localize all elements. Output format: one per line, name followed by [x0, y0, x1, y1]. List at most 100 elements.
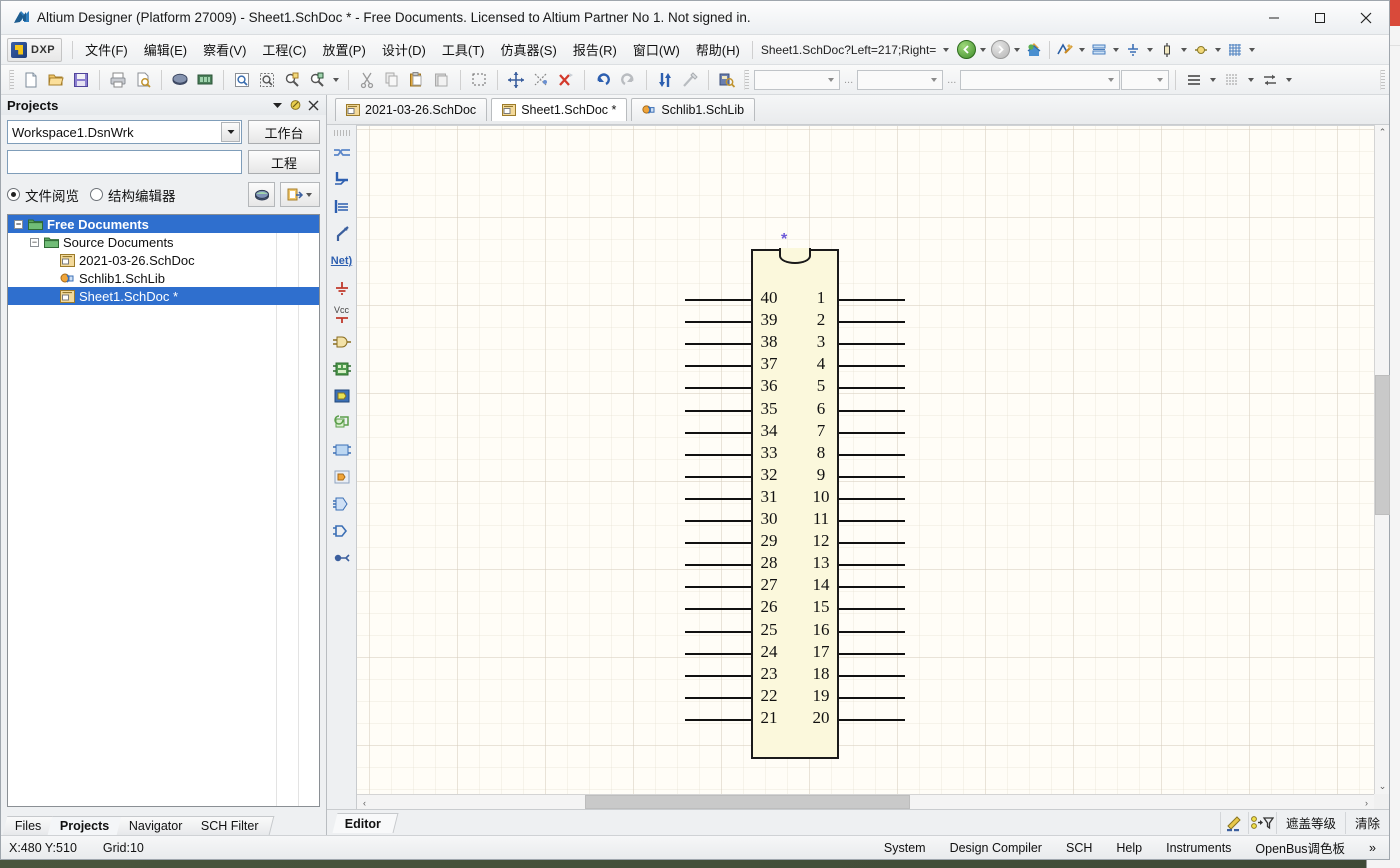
bus-icon[interactable] [1089, 40, 1109, 60]
menu-item-edit[interactable]: 编辑(E) [136, 36, 195, 63]
grid-options-icon[interactable] [1220, 68, 1244, 92]
toolbar-grip[interactable] [1380, 69, 1385, 90]
dip-40-ic[interactable]: 40 1 39 2 38 3 37 4 36 5 35 6 34 7 33 8 32 9 31 10 30 11 29 12 2… [685, 241, 907, 794]
tab-navigator[interactable]: Navigator [116, 816, 198, 835]
pin-line-right[interactable] [839, 652, 905, 655]
tree-item-free-documents[interactable]: − Free Documents [8, 215, 319, 233]
zoom-area-icon[interactable] [255, 68, 279, 92]
status-design-compiler[interactable]: Design Compiler [939, 838, 1053, 857]
tree-item-2021-03-26[interactable]: 2021-03-26.SchDoc [8, 251, 319, 269]
width-combo[interactable] [1121, 69, 1170, 90]
compile-icon[interactable] [248, 182, 275, 207]
pin-line-left[interactable] [685, 608, 751, 611]
pin-line-right[interactable] [839, 674, 905, 677]
tab-sch-filter[interactable]: SCH Filter [188, 816, 275, 835]
new-document-icon[interactable] [19, 68, 43, 92]
font-combo[interactable] [754, 69, 840, 90]
move-icon[interactable] [504, 68, 528, 92]
doctab-sheet1[interactable]: Sheet1.SchDoc * [491, 98, 628, 121]
vertical-scroll-thumb[interactable] [1375, 375, 1390, 515]
radio-structure-editor[interactable] [90, 188, 103, 201]
net-label-icon[interactable] [1191, 40, 1211, 60]
close-button[interactable] [1343, 1, 1389, 35]
harness-entry-icon[interactable] [329, 491, 355, 517]
grid-options-dropdown-icon[interactable] [1248, 77, 1255, 82]
toolbar-grip[interactable] [9, 69, 14, 90]
wire-dropdown-icon[interactable] [1079, 47, 1086, 52]
toolbar-grip[interactable] [744, 69, 749, 90]
tab-projects[interactable]: Projects [48, 816, 126, 835]
pin-line-right[interactable] [839, 586, 905, 589]
pin-line-right[interactable] [839, 542, 905, 545]
expander-icon[interactable]: − [30, 237, 39, 247]
pin-line-right[interactable] [839, 365, 905, 368]
scroll-down-button[interactable]: ⌄ [1375, 779, 1390, 794]
pin-line-left[interactable] [685, 387, 751, 390]
bus-dropdown-icon[interactable] [1113, 47, 1120, 52]
status-help[interactable]: Help [1105, 838, 1153, 857]
zoom-in-icon[interactable] [280, 68, 304, 92]
pin-line-right[interactable] [839, 343, 905, 346]
pin-line-right[interactable] [839, 718, 905, 721]
wire-icon[interactable] [1055, 40, 1075, 60]
close-icon[interactable] [304, 97, 322, 113]
tab-editor[interactable]: Editor [332, 812, 399, 833]
scroll-right-button[interactable]: › [1359, 795, 1374, 810]
status-sch[interactable]: SCH [1055, 838, 1103, 857]
doctab-2021-03-26[interactable]: 2021-03-26.SchDoc [335, 98, 488, 121]
align-dropdown-icon[interactable] [1210, 77, 1217, 82]
pin-line-left[interactable] [685, 453, 751, 456]
pin-line-right[interactable] [839, 564, 905, 567]
updown-icon[interactable] [653, 68, 677, 92]
filter-icon[interactable] [1247, 811, 1276, 834]
net-label-tool-icon[interactable]: Net) [329, 248, 355, 274]
gnd-icon[interactable] [1123, 40, 1143, 60]
pin-line-left[interactable] [685, 409, 751, 412]
status-openbus[interactable]: OpenBus调色板 [1244, 838, 1356, 857]
part-icon[interactable] [1157, 40, 1177, 60]
pin-line-right[interactable] [839, 520, 905, 522]
paste-icon[interactable] [405, 68, 429, 92]
signal-harness-tool-icon[interactable] [329, 518, 355, 544]
scroll-left-button[interactable]: ‹ [357, 795, 372, 810]
pin-line-right[interactable] [839, 409, 905, 412]
scroll-up-button[interactable]: ⌃ [1375, 125, 1390, 140]
pin-line-left[interactable] [685, 674, 751, 677]
pin-line-right[interactable] [839, 453, 905, 456]
back-dropdown-icon[interactable] [980, 47, 987, 52]
undo-icon[interactable] [591, 68, 615, 92]
forward-dropdown-icon[interactable] [1014, 47, 1021, 52]
pin-line-left[interactable] [685, 299, 751, 301]
device-sheet-icon[interactable] [329, 410, 355, 436]
zoom-out-icon[interactable] [305, 68, 329, 92]
pcb-board-icon[interactable] [168, 68, 192, 92]
zoom-document-icon[interactable] [230, 68, 254, 92]
mask-level-button[interactable]: 遮盖等级 [1275, 811, 1345, 834]
radio-file-view[interactable] [7, 188, 20, 201]
bus-entry-tool-icon[interactable] [329, 194, 355, 220]
harness-connector-icon[interactable] [329, 464, 355, 490]
status-instruments[interactable]: Instruments [1155, 838, 1242, 857]
pin-line-left[interactable] [685, 718, 751, 721]
menu-item-tools[interactable]: 工具(T) [434, 36, 493, 63]
zoom-dropdown-icon[interactable] [333, 77, 339, 82]
pin-line-right[interactable] [839, 321, 905, 324]
open-folder-icon[interactable] [44, 68, 68, 92]
pin-line-left[interactable] [685, 542, 751, 545]
print-preview-icon[interactable] [131, 68, 155, 92]
port-icon[interactable] [329, 437, 355, 463]
redo-icon[interactable] [616, 68, 640, 92]
pin-line-right[interactable] [839, 299, 905, 301]
save-icon[interactable] [69, 68, 93, 92]
library-icon[interactable] [193, 68, 217, 92]
menu-item-project[interactable]: 工程(C) [254, 36, 314, 63]
spacing-icon[interactable] [1258, 68, 1282, 92]
project-input[interactable] [7, 150, 242, 174]
status-system[interactable]: System [873, 838, 937, 857]
clear-selection-icon[interactable] [554, 68, 578, 92]
back-icon[interactable] [956, 40, 976, 60]
menu-item-reports[interactable]: 报告(R) [565, 36, 625, 63]
vcc-power-port-icon[interactable]: Vcc [329, 302, 355, 328]
open-project-icon[interactable] [280, 182, 320, 207]
print-icon[interactable] [106, 68, 130, 92]
